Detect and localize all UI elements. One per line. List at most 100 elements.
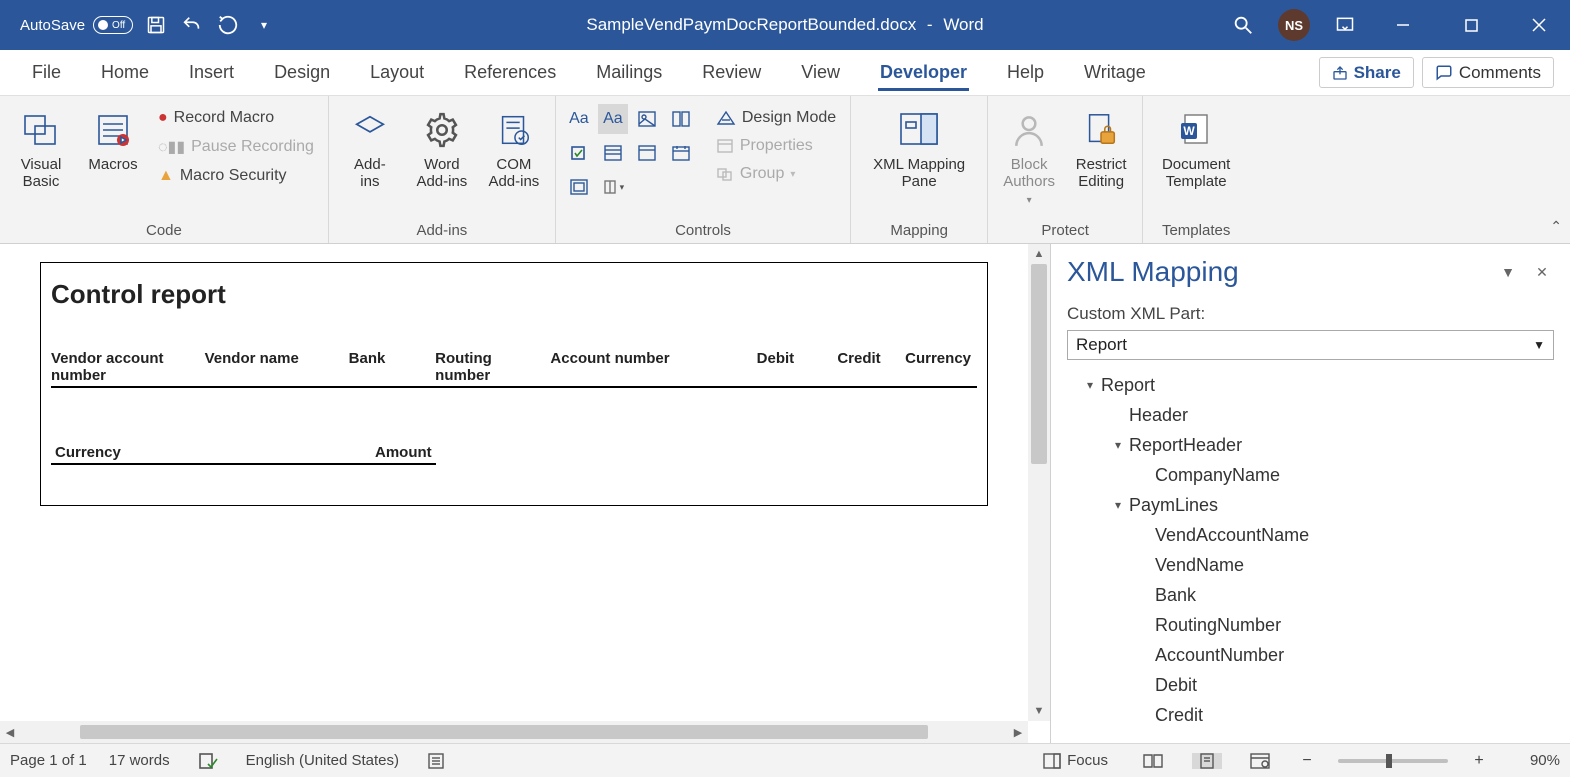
addins-button[interactable]: Add- ins — [337, 104, 403, 195]
tab-file[interactable]: File — [12, 50, 81, 95]
tab-layout[interactable]: Layout — [350, 50, 444, 95]
document-area: Control report Vendor account number Ven… — [0, 244, 1050, 743]
redo-icon[interactable] — [215, 12, 241, 38]
com-addins-button[interactable]: COM Add-ins — [481, 104, 547, 195]
tab-developer[interactable]: Developer — [860, 50, 987, 95]
tab-insert[interactable]: Insert — [169, 50, 254, 95]
controls-gallery: Aa Aa ▾ — [564, 104, 696, 202]
tree-node[interactable]: ▾ReportHeader — [1067, 430, 1554, 460]
document-template-button[interactable]: W Document Template — [1151, 104, 1241, 195]
avatar[interactable]: NS — [1278, 9, 1310, 41]
undo-icon[interactable] — [179, 12, 205, 38]
plain-text-control-icon[interactable]: Aa — [598, 104, 628, 134]
design-mode-button[interactable]: Design Mode — [712, 108, 840, 128]
xml-mapping-pane-button[interactable]: XML Mapping Pane — [859, 104, 979, 195]
tree-node[interactable]: VendAccountName — [1067, 520, 1554, 550]
horizontal-scrollbar[interactable]: ◀ ▶ — [0, 721, 1028, 743]
macros-status-icon[interactable] — [421, 752, 453, 770]
visual-basic-button[interactable]: Visual Basic — [8, 104, 74, 195]
rich-text-control-icon[interactable]: Aa — [564, 104, 594, 134]
dropdown-control-icon[interactable] — [632, 138, 662, 168]
pane-close-icon[interactable]: ✕ — [1530, 264, 1554, 281]
vscroll-thumb[interactable] — [1031, 264, 1047, 464]
tree-node[interactable]: RoutingNumber — [1067, 610, 1554, 640]
zoom-out-button[interactable]: − — [1298, 752, 1316, 770]
search-icon[interactable] — [1230, 12, 1256, 38]
comments-button[interactable]: Comments — [1422, 57, 1554, 88]
tree-node[interactable]: AccountNumber — [1067, 640, 1554, 670]
tree-node[interactable]: Credit — [1067, 700, 1554, 730]
warning-icon: ▲ — [158, 167, 174, 185]
tab-references[interactable]: References — [444, 50, 576, 95]
tree-twisty-icon[interactable]: ▾ — [1111, 438, 1125, 452]
tree-node[interactable]: ▾PaymLines — [1067, 490, 1554, 520]
date-picker-control-icon[interactable] — [666, 138, 696, 168]
zoom-slider[interactable] — [1338, 759, 1448, 763]
scroll-down-icon[interactable]: ▼ — [1028, 701, 1050, 721]
checkbox-control-icon[interactable] — [564, 138, 594, 168]
scroll-right-icon[interactable]: ▶ — [1008, 726, 1028, 739]
tree-node-label: Bank — [1155, 585, 1196, 606]
tab-home[interactable]: Home — [81, 50, 169, 95]
word-addins-button[interactable]: Word Add-ins — [409, 104, 475, 195]
restrict-editing-button[interactable]: Restrict Editing — [1068, 104, 1134, 195]
tab-design[interactable]: Design — [254, 50, 350, 95]
spell-check-icon[interactable] — [192, 752, 224, 770]
status-language[interactable]: English (United States) — [246, 752, 399, 769]
record-macro-button[interactable]: ●Record Macro — [154, 108, 318, 128]
scroll-left-icon[interactable]: ◀ — [0, 726, 20, 739]
status-page[interactable]: Page 1 of 1 — [10, 752, 87, 769]
zoom-in-button[interactable]: + — [1470, 752, 1488, 770]
maximize-button[interactable] — [1448, 10, 1494, 40]
tree-node[interactable]: VendName — [1067, 550, 1554, 580]
repeating-section-control-icon[interactable] — [564, 172, 594, 202]
tree-node[interactable]: Header — [1067, 400, 1554, 430]
combo-box-control-icon[interactable] — [598, 138, 628, 168]
close-button[interactable] — [1516, 10, 1562, 40]
tab-writage[interactable]: Writage — [1064, 50, 1166, 95]
status-words[interactable]: 17 words — [109, 752, 170, 769]
macro-security-button[interactable]: ▲Macro Security — [154, 166, 318, 186]
legacy-tools-icon[interactable]: ▾ — [598, 172, 628, 202]
custom-xml-part-select[interactable]: Report ▼ — [1067, 330, 1554, 360]
tree-node[interactable]: ▾Report — [1067, 370, 1554, 400]
tree-node[interactable]: Debit — [1067, 670, 1554, 700]
tab-review[interactable]: Review — [682, 50, 781, 95]
scroll-up-icon[interactable]: ▲ — [1028, 244, 1050, 264]
share-button[interactable]: Share — [1319, 57, 1414, 88]
read-mode-icon[interactable] — [1136, 753, 1170, 769]
save-icon[interactable] — [143, 12, 169, 38]
tab-view[interactable]: View — [781, 50, 860, 95]
group-protect-label: Protect — [996, 218, 1134, 241]
zoom-level[interactable]: 90% — [1510, 752, 1560, 769]
document-page[interactable]: Control report Vendor account number Ven… — [40, 262, 988, 506]
tree-twisty-icon[interactable]: ▾ — [1083, 378, 1097, 392]
vertical-scrollbar[interactable]: ▲ ▼ — [1028, 244, 1050, 721]
focus-mode-button[interactable]: Focus — [1037, 752, 1114, 769]
print-layout-icon[interactable] — [1192, 753, 1222, 769]
ribbon-display-icon[interactable] — [1332, 12, 1358, 38]
block-authors-button[interactable]: Block Authors▾ — [996, 104, 1062, 210]
autosave-toggle[interactable]: AutoSave Off — [8, 16, 133, 34]
tree-node[interactable]: Bank — [1067, 580, 1554, 610]
pane-options-icon[interactable]: ▼ — [1496, 264, 1520, 280]
group-templates: W Document Template Templates — [1143, 96, 1249, 243]
picture-control-icon[interactable] — [632, 104, 662, 134]
properties-icon — [716, 138, 734, 154]
tree-twisty-icon[interactable]: ▾ — [1111, 498, 1125, 512]
xml-mapping-icon — [897, 108, 941, 152]
group-templates-label: Templates — [1151, 218, 1241, 241]
tab-help[interactable]: Help — [987, 50, 1064, 95]
tab-mailings[interactable]: Mailings — [576, 50, 682, 95]
web-layout-icon[interactable] — [1244, 753, 1276, 769]
document-template-icon: W — [1174, 108, 1218, 152]
hscroll-thumb[interactable] — [80, 725, 928, 739]
building-block-control-icon[interactable] — [666, 104, 696, 134]
minimize-button[interactable] — [1380, 10, 1426, 40]
collapse-ribbon-icon[interactable]: ⌃ — [1550, 218, 1562, 235]
qat-dropdown-icon[interactable]: ▾ — [251, 12, 277, 38]
tree-node-label: Credit — [1155, 705, 1203, 726]
group-controls: Aa Aa ▾ Design Mode Properties Group▾ Co… — [556, 96, 851, 243]
tree-node[interactable]: CompanyName — [1067, 460, 1554, 490]
macros-button[interactable]: Macros — [80, 104, 146, 177]
